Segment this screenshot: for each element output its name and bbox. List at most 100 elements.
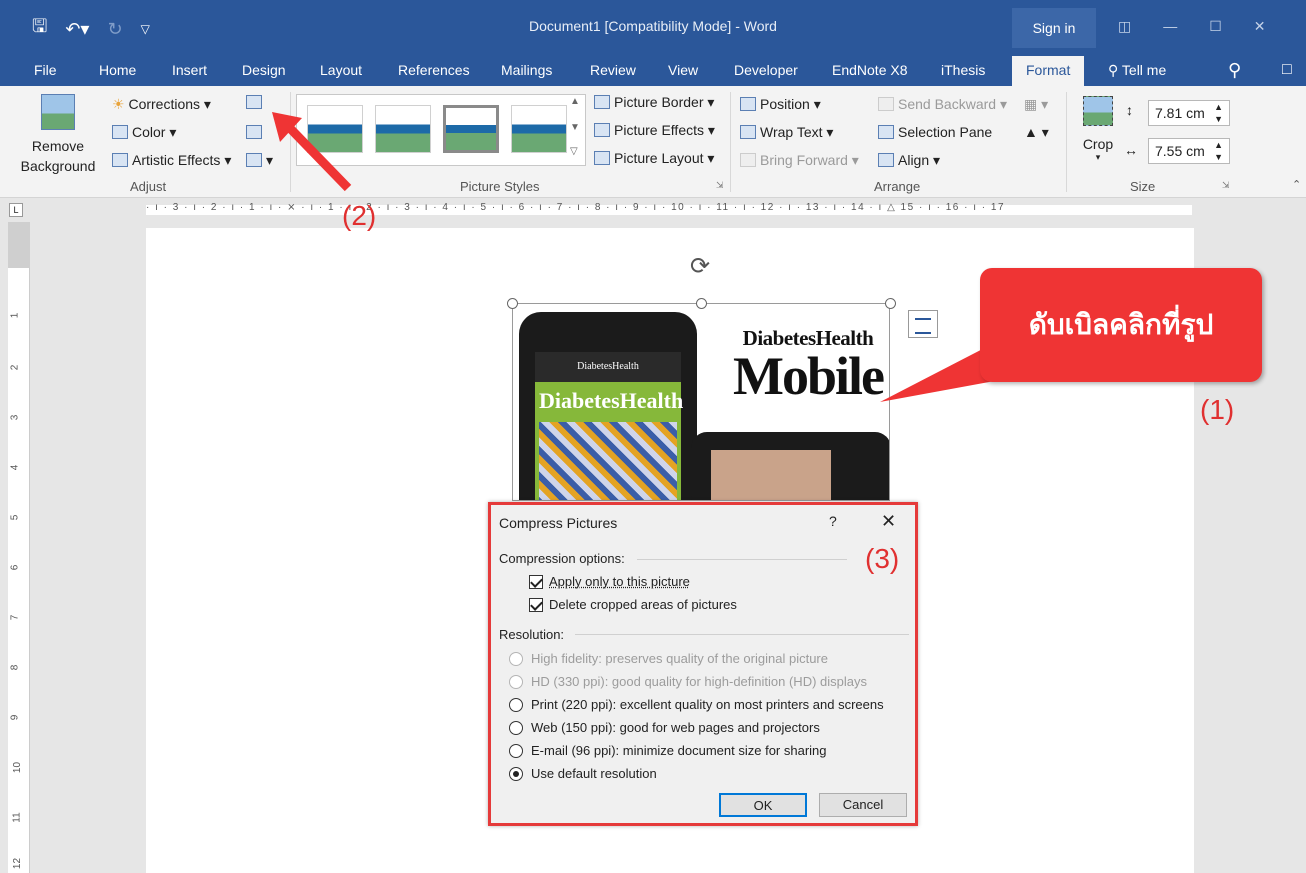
callout-bubble: ดับเบิลคลิกที่รูป (980, 268, 1262, 382)
compress-pictures-button[interactable] (246, 94, 266, 110)
dialog-launcher-icon[interactable]: ⇲ (716, 180, 724, 191)
remove-background-button[interactable]: Remove Background (16, 94, 100, 176)
delete-cropped-checkbox[interactable]: Delete cropped areas of pictures (529, 597, 737, 612)
bring-forward-icon (740, 153, 756, 167)
apply-only-label: Apply only to this picture (549, 574, 690, 589)
ruler-number: 7 (9, 614, 21, 621)
change-picture-button[interactable] (246, 124, 266, 140)
wrap-text-button[interactable]: Wrap Text ▾ (740, 124, 833, 141)
tab-review[interactable]: Review (590, 56, 636, 86)
gallery-scroll-down-icon[interactable]: ▼ (570, 122, 580, 133)
resize-handle[interactable] (507, 298, 518, 309)
corrections-button[interactable]: ☀ Corrections ▾ (112, 96, 211, 113)
group-objects-icon[interactable]: ▦ ▾ (1024, 96, 1048, 113)
gallery-scroll-up-icon[interactable]: ▲ (570, 96, 580, 107)
wrap-text-label: Wrap Text (760, 124, 823, 140)
align-button[interactable]: Align ▾ (878, 152, 940, 169)
phone-image: DiabetesHealth DiabetesHealth (519, 312, 697, 500)
red-arrow (272, 112, 352, 192)
tab-insert[interactable]: Insert (172, 56, 207, 86)
radio-default-resolution[interactable]: Use default resolution (509, 766, 657, 781)
send-backward-label: Send Backward (898, 96, 997, 112)
height-spinner-icon[interactable]: ▲ ▼ (1214, 101, 1223, 125)
share-icon[interactable]: ⚲ (1228, 56, 1241, 86)
tab-references[interactable]: References (398, 56, 470, 86)
collapse-ribbon-icon[interactable]: ⌃ (1292, 178, 1301, 191)
lightbulb-icon: ⚲ (1108, 62, 1119, 78)
radio-label: HD (330 ppi): good quality for high-defi… (531, 674, 867, 689)
help-button[interactable]: ? (829, 513, 837, 529)
sign-in-button[interactable]: Sign in (1012, 8, 1096, 48)
title-bar: 🖫 ↶▾ ↻ ▽ Document1 [Compatibility Mode] … (0, 0, 1306, 56)
gallery-more-icon[interactable]: ▽ (570, 146, 578, 157)
radio-label: E-mail (96 ppi): minimize document size … (531, 743, 827, 758)
size-dialog-launcher-icon[interactable]: ⇲ (1222, 180, 1230, 191)
tab-home[interactable]: Home (99, 56, 136, 86)
rotate-handle-icon[interactable]: ⟳ (690, 252, 710, 281)
maximize-icon[interactable]: ☐ (1209, 18, 1222, 35)
position-button[interactable]: Position ▾ (740, 96, 821, 113)
comments-icon[interactable]: □ (1282, 56, 1292, 86)
rotate-objects-icon[interactable]: ▲ ▾ (1024, 124, 1049, 141)
delete-cropped-label: Delete cropped areas of pictures (549, 597, 737, 612)
tab-selector-icon[interactable]: L (9, 203, 23, 217)
picture-border-button[interactable]: Picture Border ▾ (594, 94, 714, 111)
picture-layout-icon (594, 151, 610, 165)
tab-view[interactable]: View (668, 56, 698, 86)
radio-icon (509, 697, 523, 712)
selected-picture[interactable]: DiabetesHealth DiabetesHealth DiabetesHe… (512, 303, 890, 501)
picture-style-thumb[interactable] (375, 105, 431, 153)
group-label-size: Size (1130, 179, 1156, 194)
checkbox-icon (529, 574, 543, 589)
ruler-number: 5 (9, 514, 21, 521)
crop-dropdown-icon: ▾ (1095, 152, 1101, 162)
ok-button[interactable]: OK (719, 793, 807, 817)
align-label: Align (898, 152, 930, 168)
close-window-icon[interactable]: ✕ (1254, 18, 1266, 35)
tab-developer[interactable]: Developer (734, 56, 798, 86)
tab-endnote[interactable]: EndNote X8 (832, 56, 908, 86)
color-button[interactable]: Color ▾ (112, 124, 176, 141)
send-backward-icon (878, 97, 894, 111)
radio-icon (509, 674, 523, 689)
width-field[interactable]: 7.55 cm ▲ ▼ (1148, 138, 1230, 164)
resize-handle[interactable] (885, 298, 896, 309)
tab-format[interactable]: Format (1012, 56, 1085, 86)
radio-print[interactable]: Print (220 ppi): excellent quality on mo… (509, 697, 884, 712)
tell-me[interactable]: ⚲ Tell me (1108, 56, 1166, 86)
height-field[interactable]: 7.81 cm ▲ ▼ (1148, 100, 1230, 126)
close-icon[interactable]: ✕ (881, 511, 896, 532)
selection-pane-button[interactable]: Selection Pane (878, 124, 992, 140)
tab-layout[interactable]: Layout (320, 56, 362, 86)
radio-web[interactable]: Web (150 ppi): good for web pages and pr… (509, 720, 820, 735)
tab-design[interactable]: Design (242, 56, 286, 86)
position-label: Position (760, 96, 810, 112)
picture-style-thumb[interactable] (443, 105, 499, 153)
tab-ithesis[interactable]: iThesis (941, 56, 985, 86)
crop-button[interactable]: Crop ▾ (1078, 96, 1118, 163)
picture-layout-button[interactable]: Picture Layout ▾ (594, 150, 714, 167)
horizontal-ruler: L · ı · 3 · ı · 2 · ı · 1 · ı · ⨯ · ı · … (0, 198, 1306, 222)
radio-hd[interactable]: HD (330 ppi): good quality for high-defi… (509, 674, 867, 689)
phone-magazine-cover (539, 422, 677, 500)
radio-icon (509, 743, 523, 758)
selection-pane-icon (878, 125, 894, 139)
send-backward-button[interactable]: Send Backward ▾ (878, 96, 1007, 113)
bring-forward-button[interactable]: Bring Forward ▾ (740, 152, 859, 169)
artistic-effects-button[interactable]: Artistic Effects ▾ (112, 152, 231, 169)
radio-email[interactable]: E-mail (96 ppi): minimize document size … (509, 743, 827, 758)
ruler-number: 11 (11, 812, 23, 823)
picture-style-thumb[interactable] (511, 105, 567, 153)
ribbon-display-icon[interactable]: ◫ (1118, 18, 1131, 35)
tab-file[interactable]: File (34, 56, 57, 86)
width-spinner-icon[interactable]: ▲ ▼ (1214, 139, 1223, 163)
radio-high-fidelity[interactable]: High fidelity: preserves quality of the … (509, 651, 828, 666)
resize-handle[interactable] (696, 298, 707, 309)
apply-only-checkbox[interactable]: Apply only to this picture (529, 574, 690, 589)
tab-mailings[interactable]: Mailings (501, 56, 552, 86)
radio-label: Use default resolution (531, 766, 657, 781)
cancel-button[interactable]: Cancel (819, 793, 907, 817)
section-divider (637, 559, 847, 560)
minimize-icon[interactable]: — (1163, 18, 1177, 35)
picture-effects-button[interactable]: Picture Effects ▾ (594, 122, 715, 139)
